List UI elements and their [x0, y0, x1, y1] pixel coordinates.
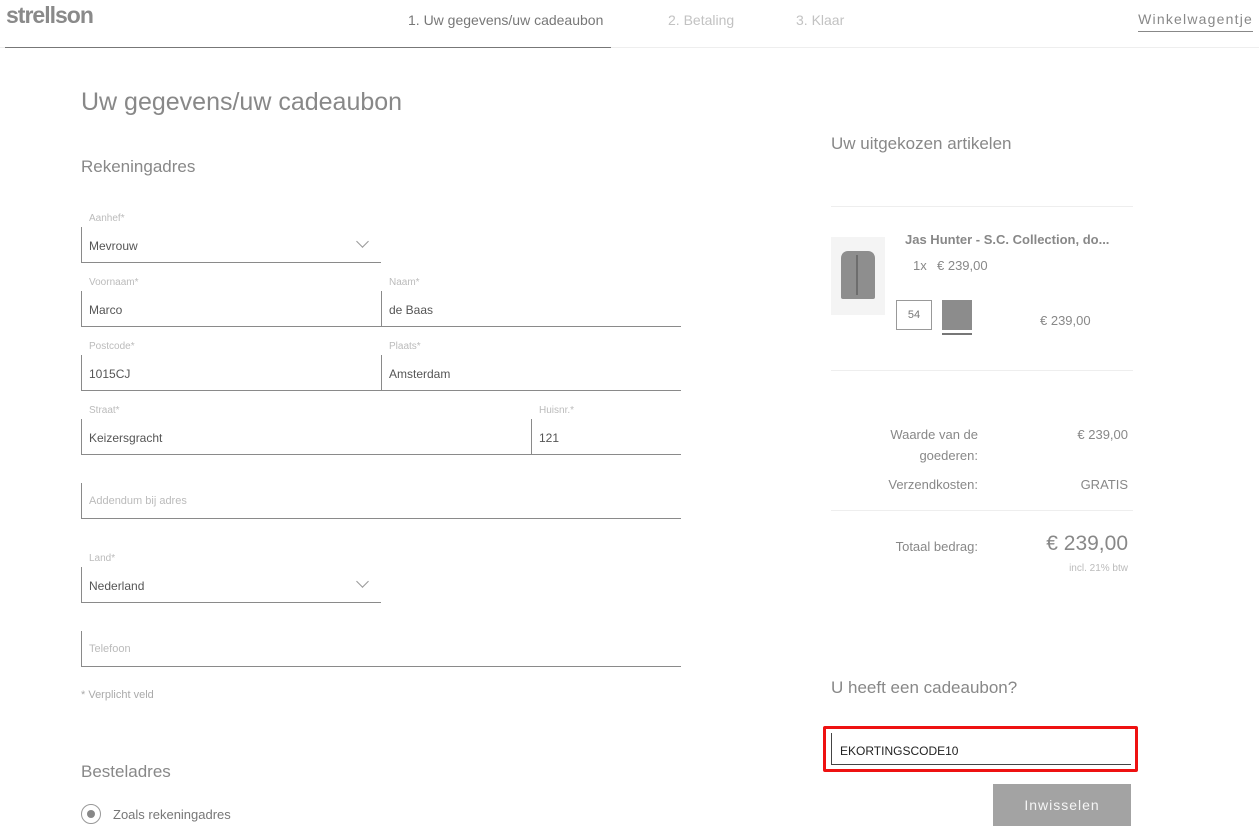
voucher-input[interactable] [831, 733, 1131, 765]
salutation-value: Mevrouw [89, 239, 138, 253]
house-number-label: Huisnr.* [539, 405, 575, 416]
vat-note: incl. 21% btw [1069, 563, 1128, 574]
color-swatch [942, 300, 972, 330]
product-total: € 239,00 [1040, 313, 1091, 328]
house-number-field[interactable]: Huisnr.* 121 [531, 405, 681, 455]
postcode-field[interactable]: Postcode* 1015CJ [81, 341, 381, 391]
house-number-value: 121 [539, 431, 560, 445]
shipping-cost-value: GRATIS [1080, 477, 1128, 492]
total-amount: € 239,00 [1046, 532, 1128, 555]
step-3: 3. Klaar [796, 12, 845, 28]
phone-placeholder: Telefoon [89, 643, 131, 655]
postcode-value: 1015CJ [89, 367, 131, 381]
street-value: Keizersgracht [89, 431, 163, 445]
salutation-select[interactable]: Aanhef* Mevrouw [81, 213, 381, 263]
required-note: * Verplicht veld [81, 689, 154, 701]
radio-selected-icon[interactable] [81, 804, 101, 824]
country-label: Land* [89, 553, 116, 564]
first-name-label: Voornaam* [89, 277, 139, 288]
city-field[interactable]: Plaats* Amsterdam [381, 341, 681, 391]
jacket-icon [841, 251, 875, 299]
chevron-down-icon [356, 235, 369, 248]
shipping-option-label: Zoals rekeningadres [113, 807, 231, 822]
street-label: Straat* [89, 405, 120, 416]
divider [831, 370, 1133, 371]
country-select[interactable]: Land* Nederland [81, 553, 381, 603]
shipping-cost-label: Verzendkosten: [888, 477, 978, 492]
postcode-label: Postcode* [89, 341, 135, 352]
city-value: Amsterdam [389, 367, 451, 381]
active-step-underline [5, 47, 611, 48]
total-label: Totaal bedrag: [895, 539, 978, 554]
phone-field[interactable]: Telefoon [81, 631, 681, 667]
product-image[interactable] [831, 237, 885, 315]
size-badge: 54 [896, 300, 932, 330]
last-name-field[interactable]: Naam* de Baas [381, 277, 681, 327]
cart-link[interactable]: Winkelwagentje [1138, 11, 1253, 32]
logo[interactable]: strellson [6, 2, 94, 29]
chevron-down-icon [356, 575, 369, 588]
goods-value: € 239,00 [1077, 427, 1128, 442]
goods-value-label: Waarde van de goederen: [890, 427, 978, 463]
country-value: Nederland [89, 579, 145, 593]
product-name[interactable]: Jas Hunter - S.C. Collection, do... [905, 232, 1109, 247]
salutation-label: Aanhef* [89, 213, 125, 224]
voucher-highlight [823, 726, 1138, 772]
divider [831, 206, 1133, 207]
step-1[interactable]: 1. Uw gegevens/uw cadeaubon [408, 12, 603, 28]
street-field[interactable]: Straat* Keizersgracht [81, 405, 531, 455]
step-2: 2. Betaling [668, 12, 735, 28]
last-name-label: Naam* [389, 277, 420, 288]
summary-title: Uw uitgekozen artikelen [831, 134, 1012, 153]
shipping-section-title: Besteladres [81, 762, 171, 781]
product-quantity: 1x [913, 258, 927, 273]
city-label: Plaats* [389, 341, 421, 352]
first-name-value: Marco [89, 303, 123, 317]
header: strellson 1. Uw gegevens/uw cadeaubon 2.… [0, 0, 1259, 48]
first-name-field[interactable]: Voornaam* Marco [81, 277, 381, 327]
page-title: Uw gegevens/uw cadeaubon [81, 88, 403, 116]
billing-section-title: Rekeningadres [81, 157, 196, 176]
product-unit-price: € 239,00 [937, 258, 988, 273]
divider [831, 510, 1133, 511]
color-swatch-underline [942, 333, 972, 335]
redeem-button[interactable]: Inwisselen [993, 784, 1131, 826]
last-name-value: de Baas [389, 303, 434, 317]
addendum-field[interactable]: Addendum bij adres [81, 483, 681, 519]
addendum-placeholder: Addendum bij adres [89, 495, 187, 507]
voucher-title: U heeft een cadeaubon? [831, 678, 1018, 697]
